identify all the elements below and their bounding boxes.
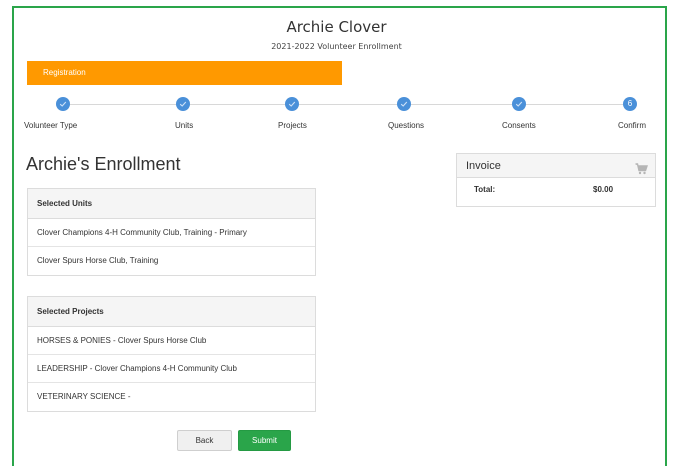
invoice-total-row: Total: $0.00 (457, 178, 655, 206)
step-dot-projects[interactable] (285, 97, 299, 111)
step-dot-confirm[interactable]: 6 (623, 97, 637, 111)
check-icon (288, 101, 296, 107)
submit-button[interactable]: Submit (238, 430, 291, 451)
step-dot-volunteer-type[interactable] (56, 97, 70, 111)
invoice-header: Invoice (457, 154, 655, 178)
list-item: LEADERSHIP - Clover Champions 4-H Commun… (28, 355, 315, 383)
invoice-total-label: Total: (474, 185, 496, 194)
check-icon (179, 101, 187, 107)
invoice-total-value: $0.00 (593, 185, 614, 194)
steps-connector-line (62, 104, 630, 105)
invoice-title: Invoice (466, 160, 501, 172)
step-label-confirm: Confirm (618, 121, 647, 130)
step-dot-units[interactable] (176, 97, 190, 111)
step-label-units: Units (175, 121, 194, 130)
selected-projects-panel: Selected Projects HORSES & PONIES - Clov… (27, 296, 316, 412)
registration-label: Registration (43, 68, 86, 77)
check-icon (59, 101, 67, 107)
selected-projects-header: Selected Projects (28, 297, 315, 327)
step-label-consents: Consents (502, 121, 536, 130)
check-icon (515, 101, 523, 107)
back-button[interactable]: Back (177, 430, 232, 451)
enrollment-title: Archie's Enrollment (26, 154, 181, 174)
selected-units-panel: Selected Units Clover Champions 4-H Comm… (27, 188, 316, 276)
list-item: VETERINARY SCIENCE - (37, 392, 131, 401)
list-item: Clover Spurs Horse Club, Training (37, 256, 159, 265)
step-label-projects: Projects (278, 121, 307, 130)
page-subtitle: 2021-2022 Volunteer Enrollment (271, 42, 402, 51)
check-icon (400, 101, 408, 107)
step-dot-consents[interactable] (512, 97, 526, 111)
list-item: Clover Champions 4-H Community Club, Tra… (28, 219, 315, 247)
invoice-panel: Invoice Total: $0.00 (456, 153, 656, 207)
page-title: Archie Clover (286, 18, 387, 36)
step-label-questions: Questions (388, 121, 425, 130)
registration-progress-bar: Registration (27, 61, 342, 85)
step-label-volunteer-type: Volunteer Type (24, 121, 78, 130)
step-dot-questions[interactable] (397, 97, 411, 111)
list-item: HORSES & PONIES - Clover Spurs Horse Clu… (28, 327, 315, 355)
selected-units-header: Selected Units (28, 189, 315, 219)
